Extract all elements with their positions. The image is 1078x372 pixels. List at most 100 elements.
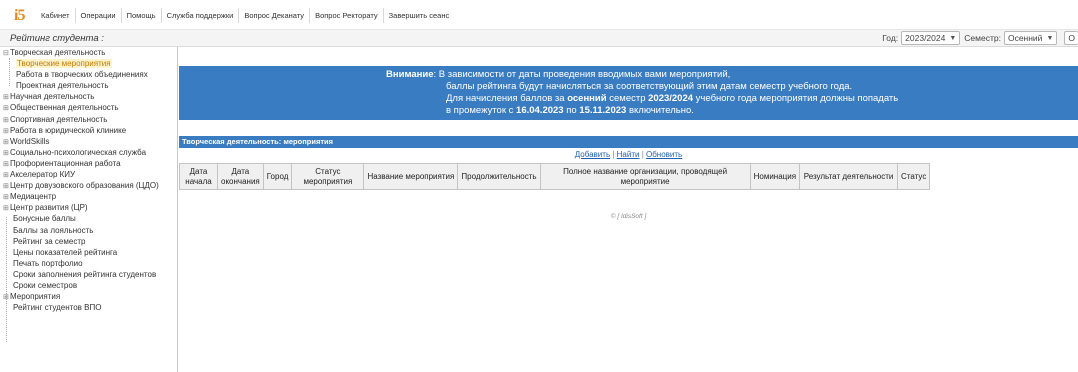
sidebar-item-label: Сроки семестров (13, 280, 78, 290)
menu-item[interactable]: Вопрос Деканату (239, 8, 311, 23)
sidebar-item[interactable]: ⊞Социально-психологическая служба (0, 147, 177, 158)
sidebar-item-label: Печать портфолио (13, 258, 83, 268)
notice-date-to: 15.11.2023 (579, 105, 627, 116)
sidebar-item-label: Творческие мероприятия (16, 59, 112, 69)
extra-select-value: О (1068, 33, 1075, 43)
sidebar-item[interactable]: ⊞Научная деятельность (0, 91, 177, 102)
sidebar-item-label: Работа в творческих объединениях (16, 70, 148, 80)
semester-label: Семестр: (964, 33, 1001, 43)
table-header-row: Дата начала Дата окончания Город Статус мер… (179, 163, 931, 190)
sidebar-item-label: Профориентационная работа (10, 158, 121, 168)
notice-line-4-b: по (563, 105, 580, 116)
menu-item[interactable]: Операции (76, 8, 122, 23)
sidebar-item[interactable]: ⊞WorldSkills (0, 136, 177, 147)
table-header-cell[interactable]: Дата начала (179, 163, 218, 190)
add-link[interactable]: Добавить (575, 150, 610, 159)
sidebar-item[interactable]: ⊞Акселератор КИУ (0, 169, 177, 180)
table-header-cell[interactable]: Полное название организации, проводящей … (539, 163, 751, 190)
notice-line-3-a: Для начисления баллов за (446, 93, 568, 104)
table-actions: Добавить | Найти | Обновить (179, 150, 1078, 159)
main-menu: Кабинет Операции Помощь Служба поддержки Воп… (36, 8, 454, 23)
sidebar-item-label: Сроки заполнения рейтинга студентов (13, 269, 157, 279)
chevron-down-icon: ▼ (949, 34, 957, 42)
sidebar-item-label: Проектная деятельность (16, 81, 109, 91)
find-link[interactable]: Найти (617, 150, 640, 159)
sidebar-item[interactable]: ⊞Центр развития (ЦР) (0, 202, 177, 213)
year-select-value: 2023/2024 (905, 33, 946, 43)
table-header-cell[interactable]: Продолжительность (457, 163, 541, 190)
sidebar-item[interactable]: Рейтинг студентов ВПО (0, 302, 177, 313)
table-header-cell[interactable]: Статус (897, 163, 931, 190)
main-content: Внимание: В зависимости от даты проведен… (179, 47, 1078, 372)
sidebar-item[interactable]: ⊞Профориентационная работа (0, 158, 177, 169)
year-label: Год: (882, 33, 899, 43)
app-logo: i5 (14, 7, 25, 24)
sidebar-item[interactable]: Проектная деятельность (0, 80, 177, 91)
year-select[interactable]: 2023/2024 ▼ (901, 31, 961, 45)
notice-line-4-c: включительно. (626, 105, 694, 116)
sidebar-item[interactable]: ⊞Работа в юридической клинике (0, 125, 177, 136)
sidebar-item[interactable]: ⊞Медиацентр (0, 191, 177, 202)
sidebar-item-label: Бонусные баллы (13, 214, 76, 224)
table-header-cell[interactable]: Номинация (749, 163, 801, 190)
sidebar-item[interactable]: Сроки семестров (0, 280, 177, 291)
menu-item[interactable]: Вопрос Ректорату (310, 8, 384, 23)
sidebar-item-label: Общественная деятельность (10, 103, 119, 113)
sidebar-item-label: Мероприятия (10, 292, 61, 302)
notice-line-4-a: в промежуток с (446, 105, 517, 116)
sidebar-item-label: Научная деятельность (10, 92, 95, 102)
top-menu-bar: i5 Кабинет Операции Помощь Служба поддержки… (0, 0, 1078, 30)
sidebar-item[interactable]: Бонусные баллы (0, 213, 177, 224)
sidebar-item-label: Баллы за лояльность (13, 225, 94, 235)
table-header-cell[interactable]: Город (262, 163, 293, 190)
table-header-cell[interactable]: Название мероприятия (363, 163, 459, 190)
sidebar-tree: ⊟Творческая деятельность Творческие мероп… (0, 47, 178, 372)
section-title: Творческая деятельность: мероприятия (179, 136, 1078, 148)
sidebar-item-label: Спортивная деятельность (10, 114, 108, 124)
period-selector: Год: 2023/2024 ▼ Семестр: Осенний ▼ О (882, 31, 1078, 45)
menu-item[interactable]: Кабинет (36, 8, 76, 23)
table-header-cell[interactable]: Результат деятельности (799, 163, 899, 190)
sidebar-item-label: WorldSkills (10, 136, 50, 146)
notice-line-2: баллы рейтинга будут начисляться за соот… (446, 81, 853, 92)
sidebar-item[interactable]: ⊟Творческая деятельность (0, 47, 177, 58)
extra-select[interactable]: О (1064, 31, 1078, 45)
sidebar-item[interactable]: Цены показателей рейтинга (0, 247, 177, 258)
sidebar-item[interactable]: Сроки заполнения рейтинга студентов (0, 269, 177, 280)
sidebar-item[interactable]: ⊞Общественная деятельность (0, 102, 177, 113)
refresh-link[interactable]: Обновить (646, 150, 682, 159)
sidebar-item[interactable]: ⊞Мероприятия (0, 291, 177, 302)
sidebar-item-label: Рейтинг студентов ВПО (13, 303, 102, 313)
menu-item[interactable]: Служба поддержки (162, 8, 240, 23)
copyright: © [ IdisSoft ] (610, 213, 647, 220)
sidebar-item[interactable]: Работа в творческих объединениях (0, 69, 177, 80)
sidebar-item[interactable]: Печать портфолио (0, 258, 177, 269)
sidebar-item-label: Медиацентр (10, 192, 57, 202)
sidebar-item[interactable]: ⊞Спортивная деятельность (0, 114, 177, 125)
notice-line-3-b: семестр (606, 93, 649, 104)
events-table: Дата начала Дата окончания Город Статус мер… (179, 163, 931, 190)
page-title: Рейтинг студента : (10, 33, 104, 44)
semester-select[interactable]: Осенний ▼ (1003, 31, 1058, 45)
notice-semester: осенний (567, 93, 607, 104)
sidebar-item[interactable]: Творческие мероприятия (0, 58, 177, 69)
notice-line-3-c: учебного года мероприятия должны попадат… (693, 93, 899, 104)
chevron-down-icon: ▼ (1046, 34, 1054, 42)
sidebar-item[interactable]: Рейтинг за семестр (0, 236, 177, 247)
sidebar-item-label: Рейтинг за семестр (13, 236, 86, 246)
notice-banner: Внимание: В зависимости от даты проведен… (179, 66, 1078, 120)
menu-item[interactable]: Завершить сеанс (384, 8, 455, 23)
notice-line-1: Внимание: В зависимости от даты проведен… (386, 69, 730, 80)
notice-prefix: Внимание (386, 69, 434, 80)
semester-select-value: Осенний (1007, 33, 1043, 43)
menu-item[interactable]: Помощь (122, 8, 162, 23)
table-header-cell[interactable]: Дата окончания (217, 163, 264, 190)
sidebar-item-label: Работа в юридической клинике (10, 125, 127, 135)
sidebar-item[interactable]: Баллы за лояльность (0, 225, 177, 236)
sidebar-item-label: Цены показателей рейтинга (13, 247, 118, 257)
sidebar-item-label: Центр довузовского образования (ЦДО) (10, 181, 159, 191)
notice-date-from: 16.04.2023 (516, 105, 564, 116)
table-header-cell[interactable]: Статус мероприятия (291, 163, 365, 190)
sidebar-item[interactable]: ⊞Центр довузовского образования (ЦДО) (0, 180, 177, 191)
sidebar-item-label: Центр развития (ЦР) (10, 203, 88, 213)
